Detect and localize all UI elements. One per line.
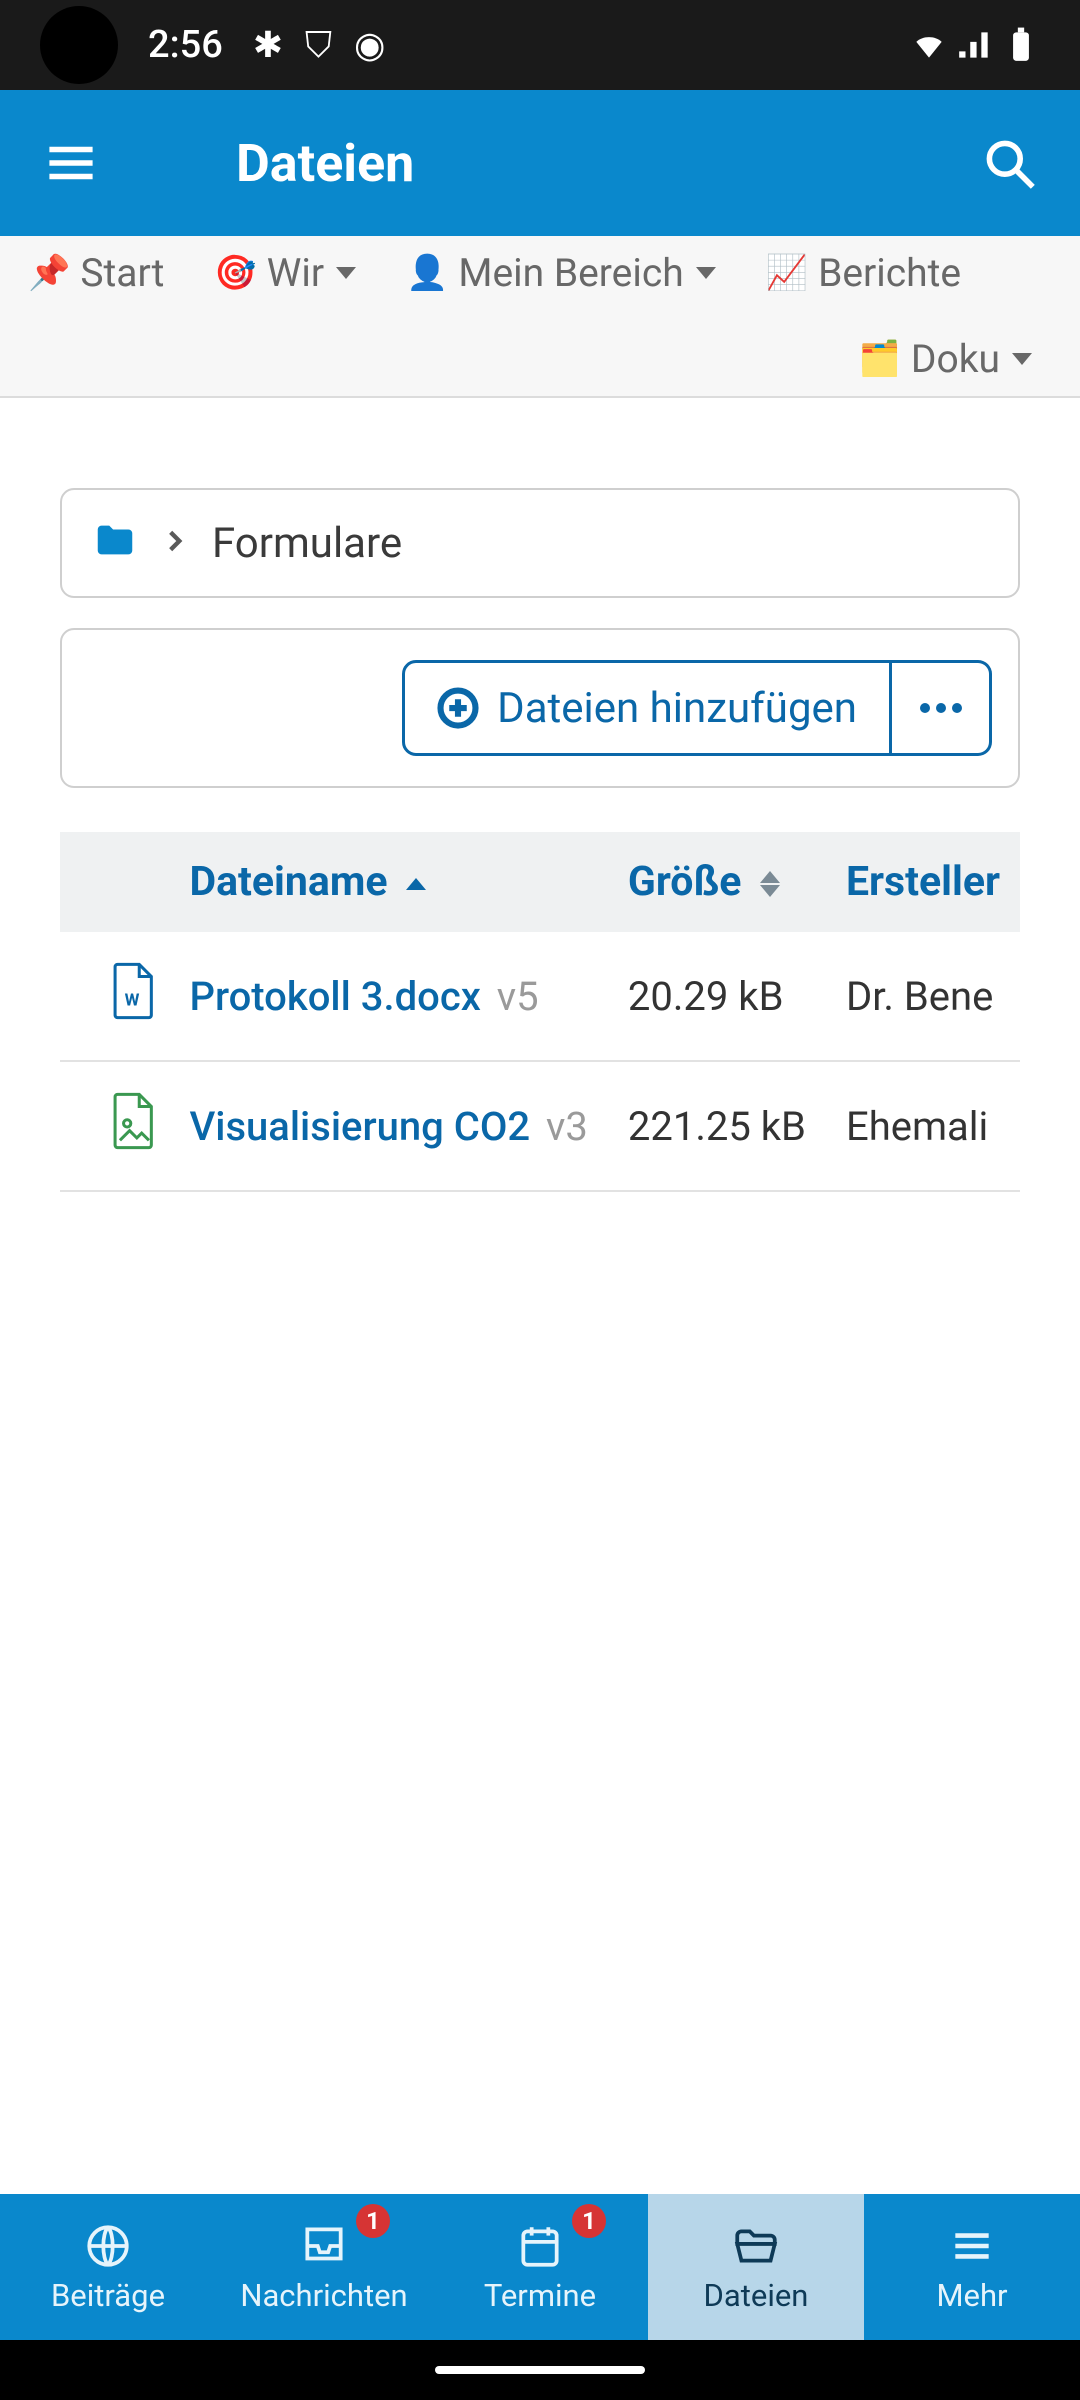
nav-item-berichte[interactable]: 📈 Berichte bbox=[766, 250, 961, 296]
chevron-down-icon bbox=[336, 267, 356, 279]
chevron-down-icon bbox=[696, 267, 716, 279]
image-file-icon bbox=[107, 1092, 157, 1150]
svg-text:W: W bbox=[125, 991, 140, 1011]
bottom-nav-beitraege[interactable]: Beiträge bbox=[0, 2194, 216, 2340]
file-size-cell: 20.29 kB bbox=[608, 932, 826, 1061]
search-icon bbox=[981, 135, 1037, 191]
add-files-button-group: Dateien hinzufügen bbox=[402, 660, 992, 756]
nav-item-wir[interactable]: 🎯 Wir bbox=[214, 250, 356, 296]
file-name-cell: Visualisierung CO2 v3 bbox=[169, 1061, 607, 1191]
person-icon: 👤 bbox=[406, 253, 448, 293]
nav-label: Mein Bereich bbox=[458, 250, 683, 296]
content-area: Formulare Dateien hinzufügen Dateiname bbox=[0, 398, 1080, 2194]
bottom-nav: Beiträge 1 Nachrichten 1 Termine Dateien… bbox=[0, 2194, 1080, 2340]
page-title: Dateien bbox=[236, 133, 414, 194]
target-icon: 🎯 bbox=[214, 253, 256, 293]
status-time: 2:56 bbox=[148, 23, 223, 67]
column-size-label: Größe bbox=[628, 858, 742, 906]
add-files-more-button[interactable] bbox=[892, 660, 992, 756]
file-creator-cell: Ehemali bbox=[826, 1061, 1020, 1191]
nav-item-start[interactable]: 📌 Start bbox=[28, 250, 164, 296]
table-row[interactable]: W Protokoll 3.docx v5 20.29 kB Dr. Bene bbox=[60, 932, 1020, 1061]
hamburger-icon bbox=[44, 136, 98, 190]
bottom-nav-dateien[interactable]: Dateien bbox=[648, 2194, 864, 2340]
wifi-icon bbox=[910, 26, 948, 64]
inbox-icon bbox=[299, 2221, 349, 2271]
status-bar: 2:56 ✱ ⛉ ◉ bbox=[0, 0, 1080, 90]
bottom-nav-label: Mehr bbox=[936, 2277, 1007, 2314]
file-version: v5 bbox=[497, 973, 539, 1020]
more-icon bbox=[920, 703, 962, 713]
column-size[interactable]: Größe bbox=[608, 832, 826, 932]
bottom-nav-label: Beiträge bbox=[51, 2277, 165, 2314]
nav-label: Doku bbox=[911, 336, 1000, 382]
column-creator-label: Ersteller bbox=[846, 858, 1000, 906]
notification-badge: 1 bbox=[572, 2204, 606, 2238]
folder-open-icon bbox=[731, 2221, 781, 2271]
breadcrumb-separator bbox=[162, 528, 188, 558]
breadcrumb-current[interactable]: Formulare bbox=[212, 519, 402, 568]
chart-icon: 📈 bbox=[766, 253, 808, 293]
file-size-cell: 221.25 kB bbox=[608, 1061, 826, 1191]
status-icon-2: ⛉ bbox=[305, 24, 332, 67]
bottom-nav-label: Dateien bbox=[704, 2277, 809, 2314]
signal-icon bbox=[956, 26, 994, 64]
notification-badge: 1 bbox=[356, 2204, 390, 2238]
file-creator-cell: Dr. Bene bbox=[826, 932, 1020, 1061]
nav-item-mein-bereich[interactable]: 👤 Mein Bereich bbox=[406, 250, 716, 296]
secondary-nav: 📌 Start 🎯 Wir 👤 Mein Bereich 📈 Berichte … bbox=[0, 236, 1080, 398]
nav-item-doku[interactable]: 🗂️ Doku bbox=[859, 336, 1032, 382]
calendar-icon bbox=[515, 2221, 565, 2271]
status-icon-3: ◉ bbox=[354, 24, 385, 66]
file-version: v3 bbox=[546, 1103, 588, 1150]
bottom-nav-termine[interactable]: 1 Termine bbox=[432, 2194, 648, 2340]
word-file-icon: W bbox=[107, 962, 157, 1020]
chevron-right-icon bbox=[162, 528, 188, 554]
bottom-nav-mehr[interactable]: Mehr bbox=[864, 2194, 1080, 2340]
status-avatar bbox=[40, 6, 118, 84]
system-nav-bar bbox=[0, 2340, 1080, 2400]
bottom-nav-label: Nachrichten bbox=[240, 2277, 407, 2314]
plus-circle-icon bbox=[437, 687, 479, 729]
nav-label: Berichte bbox=[818, 250, 961, 296]
file-link[interactable]: Visualisierung CO2 bbox=[189, 1103, 530, 1150]
status-icon-1: ✱ bbox=[253, 24, 283, 66]
file-icon-cell: W bbox=[60, 932, 169, 1061]
bottom-nav-nachrichten[interactable]: 1 Nachrichten bbox=[216, 2194, 432, 2340]
nav-handle[interactable] bbox=[435, 2366, 645, 2374]
nav-label: Start bbox=[80, 250, 164, 296]
breadcrumb: Formulare bbox=[60, 488, 1020, 598]
menu-icon bbox=[947, 2221, 997, 2271]
add-files-label: Dateien hinzufügen bbox=[497, 684, 857, 733]
battery-icon bbox=[1002, 26, 1040, 64]
pin-icon: 📌 bbox=[28, 253, 70, 293]
file-table: Dateiname Größe Ersteller W Protokoll 3.… bbox=[60, 832, 1020, 1192]
table-row[interactable]: Visualisierung CO2 v3 221.25 kB Ehemali bbox=[60, 1061, 1020, 1191]
column-icon bbox=[60, 832, 169, 932]
file-toolbar: Dateien hinzufügen bbox=[60, 628, 1020, 788]
chevron-down-icon bbox=[1012, 353, 1032, 365]
column-filename[interactable]: Dateiname bbox=[169, 832, 607, 932]
app-header: Dateien bbox=[0, 90, 1080, 236]
search-button[interactable] bbox=[974, 128, 1044, 198]
status-indicators-right bbox=[910, 26, 1040, 64]
nav-label: Wir bbox=[267, 250, 324, 296]
folder-root-button[interactable] bbox=[92, 518, 138, 568]
add-files-button[interactable]: Dateien hinzufügen bbox=[402, 660, 892, 756]
file-name-cell: Protokoll 3.docx v5 bbox=[169, 932, 607, 1061]
globe-icon bbox=[83, 2221, 133, 2271]
bottom-nav-label: Termine bbox=[484, 2277, 596, 2314]
column-creator[interactable]: Ersteller bbox=[826, 832, 1020, 932]
status-indicators-left: ✱ ⛉ ◉ bbox=[253, 24, 386, 67]
sort-asc-icon bbox=[406, 878, 426, 890]
docs-icon: 🗂️ bbox=[859, 339, 901, 379]
column-filename-label: Dateiname bbox=[189, 858, 387, 906]
file-icon-cell bbox=[60, 1061, 169, 1191]
folder-icon bbox=[92, 518, 138, 564]
menu-button[interactable] bbox=[36, 128, 106, 198]
sort-icon bbox=[760, 871, 780, 897]
file-link[interactable]: Protokoll 3.docx bbox=[189, 973, 480, 1020]
